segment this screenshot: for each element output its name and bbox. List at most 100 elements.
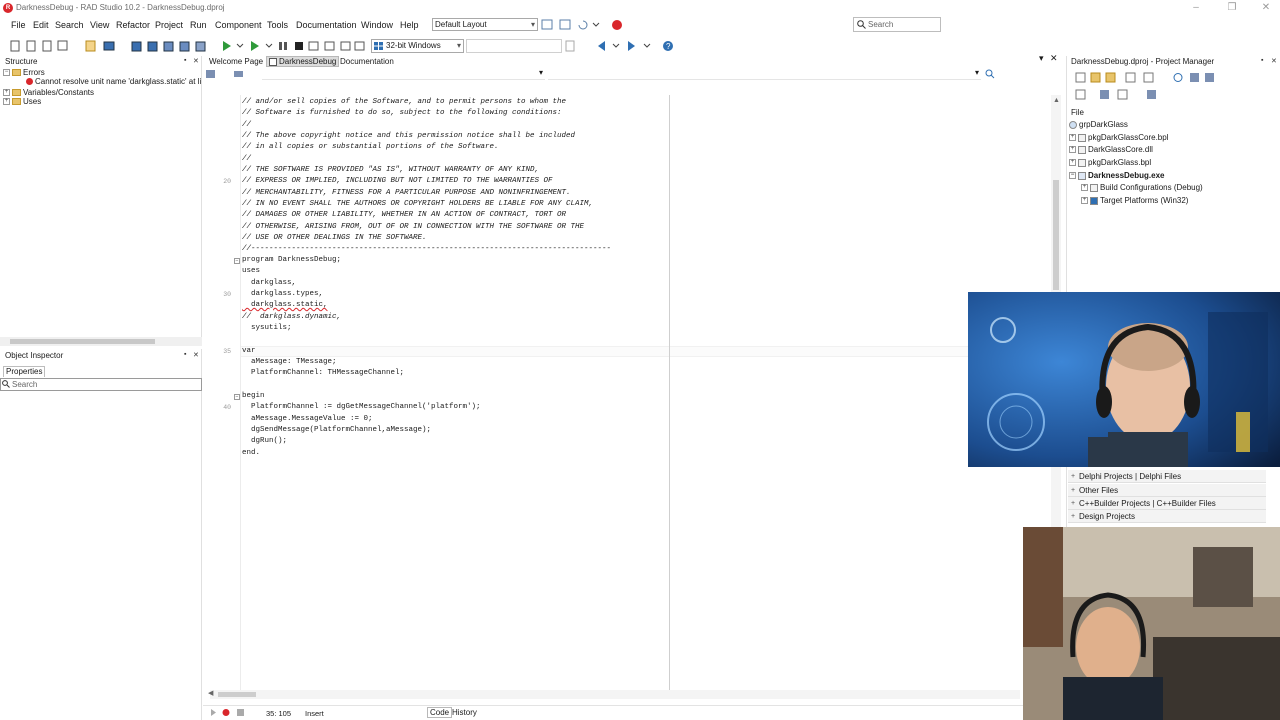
code-line[interactable]: sysutils; (242, 323, 292, 334)
menu-documentation[interactable]: Documentation (296, 20, 357, 30)
pm-category-design[interactable]: Design Projects (1068, 510, 1266, 523)
pm-file-header[interactable]: File (1071, 108, 1084, 117)
macro-record-icons[interactable] (210, 708, 244, 717)
file-toolbar-icons[interactable] (10, 40, 210, 52)
code-line[interactable]: end. (242, 448, 260, 459)
code-line[interactable]: dgRun(); (242, 436, 287, 447)
code-line[interactable]: var (242, 346, 256, 357)
menu-edit[interactable]: Edit (33, 20, 49, 30)
code-line[interactable]: aMessage: TMessage; (242, 357, 337, 368)
pm-item-package[interactable]: + pkgDarkGlass.bpl (1069, 158, 1151, 167)
menu-project[interactable]: Project (155, 20, 183, 30)
tab-list-dropdown-icon[interactable]: ▾ (1039, 53, 1044, 64)
pm-item-dll[interactable]: + DarkGlassCore.dll (1069, 145, 1153, 154)
code-line[interactable]: // The above copyright notice and this p… (242, 131, 575, 142)
pin-icon[interactable]: ▪ (184, 351, 186, 358)
code-line[interactable]: // IN NO EVENT SHALL THE AUTHORS OR COPY… (242, 199, 593, 210)
method-selector[interactable]: ▾ (548, 68, 981, 80)
pin-icon[interactable]: ▪ (184, 57, 186, 64)
code-line[interactable]: // (242, 154, 251, 165)
editor-horizontal-scrollbar[interactable] (210, 690, 1020, 699)
navigation-toolbar-icons[interactable]: ? (565, 40, 675, 52)
code-line[interactable]: PlatformChannel := dgGetMessageChannel('… (242, 402, 481, 413)
tab-properties[interactable]: Properties (3, 366, 45, 377)
code-line[interactable]: // THE SOFTWARE IS PROVIDED "AS IS", WIT… (242, 165, 539, 176)
code-line[interactable]: uses (242, 266, 260, 277)
pm-item-target-platforms[interactable]: + Target Platforms (Win32) (1081, 196, 1188, 205)
pm-item-build-config[interactable]: + Build Configurations (Debug) (1081, 183, 1203, 192)
pm-item-package[interactable]: + pkgDarkGlassCore.bpl (1069, 133, 1168, 142)
code-line[interactable]: // in all copies or substantial portions… (242, 142, 499, 153)
scroll-left-icon[interactable]: ◀ (208, 689, 213, 697)
pm-category-delphi[interactable]: Delphi Projects | Delphi Files (1068, 470, 1266, 483)
code-line[interactable]: aMessage.MessageValue := 0; (242, 414, 373, 425)
minimize-icon[interactable]: – (1186, 2, 1206, 14)
layout-select[interactable]: Default Layout (432, 18, 538, 31)
menu-run[interactable]: Run (190, 20, 207, 30)
tab-darknessdebug[interactable]: DarknessDebug (266, 56, 340, 67)
menu-view[interactable]: View (90, 20, 109, 30)
pm-category-cpp[interactable]: C++Builder Projects | C++Builder Files (1068, 497, 1266, 510)
code-line[interactable]: darkglass.types, (242, 289, 323, 300)
code-line[interactable]: PlatformChannel: THMessageChannel; (242, 368, 404, 379)
structure-errors-node[interactable]: − Errors (3, 68, 45, 77)
expand-icon[interactable]: + (3, 89, 10, 97)
scrollbar-thumb[interactable] (1053, 180, 1059, 290)
code-line[interactable]: // DAMAGES OR OTHER LIABILITY, WHETHER I… (242, 210, 566, 221)
code-line[interactable]: // EXPRESS OR IMPLIED, INCLUDING BUT NOT… (242, 176, 553, 187)
fold-icon[interactable]: − (234, 394, 240, 400)
tab-code[interactable]: Code (427, 707, 453, 718)
close-panel-icon[interactable]: ✕ (193, 57, 199, 65)
menu-refactor[interactable]: Refactor (116, 20, 150, 30)
expand-icon[interactable]: + (1069, 134, 1076, 142)
collapse-icon[interactable]: − (3, 69, 10, 77)
close-panel-icon[interactable]: ✕ (1271, 57, 1277, 65)
code-line[interactable]: // OTHERWISE, ARISING FROM, OUT OF OR IN… (242, 222, 584, 233)
configuration-select[interactable] (466, 39, 562, 53)
menu-window[interactable]: Window (361, 20, 393, 30)
structure-vars-node[interactable]: + Variables/Constants (3, 88, 94, 97)
nav-icons[interactable] (206, 70, 250, 79)
scrollbar-thumb[interactable] (10, 339, 155, 344)
code-line[interactable]: //--------------------------------------… (242, 244, 669, 255)
tab-documentation[interactable]: Documentation (340, 57, 394, 66)
run-toolbar-icons[interactable] (221, 40, 367, 52)
code-line[interactable]: begin (242, 391, 265, 402)
code-line[interactable]: // Software is furnished to do so, subje… (242, 108, 562, 119)
maximize-icon[interactable]: ❐ (1222, 2, 1242, 14)
menu-search[interactable]: Search (55, 20, 84, 30)
code-line[interactable]: // MERCHANTABILITY, FITNESS FOR A PARTIC… (242, 188, 571, 199)
project-manager-toolbar[interactable] (1074, 71, 1224, 101)
close-icon[interactable]: ✕ (1256, 2, 1276, 14)
code-line[interactable]: // USE OR OTHER DEALINGS IN THE SOFTWARE… (242, 233, 427, 244)
platform-select[interactable]: 32-bit Windows (371, 39, 464, 53)
search-icon[interactable] (985, 69, 995, 79)
ide-search-input[interactable]: Search (853, 17, 941, 32)
collapse-icon[interactable]: − (1069, 172, 1076, 180)
code-line[interactable]: // darkglass.dynamic, (242, 312, 341, 323)
expand-icon[interactable]: + (1069, 146, 1076, 154)
fold-icon[interactable]: − (234, 258, 240, 264)
pm-category-other[interactable]: Other Files (1068, 484, 1266, 497)
menu-component[interactable]: Component (215, 20, 262, 30)
scroll-up-icon[interactable]: ▲ (1053, 97, 1060, 104)
pin-icon[interactable]: ▪ (1261, 57, 1263, 64)
code-line[interactable]: program DarknessDebug; (242, 255, 341, 266)
tab-welcome-page[interactable]: Welcome Page (209, 57, 263, 66)
menu-help[interactable]: Help (400, 20, 419, 30)
code-line[interactable]: // and/or sell copies of the Software, a… (242, 97, 566, 108)
pm-item-group[interactable]: grpDarkGlass (1069, 120, 1128, 129)
structure-uses-node[interactable]: + Uses (3, 97, 41, 106)
code-line[interactable]: // (242, 120, 251, 131)
expand-icon[interactable]: + (1081, 184, 1088, 192)
structure-scrollbar[interactable] (0, 337, 202, 346)
structure-error-item[interactable]: Cannot resolve unit name 'darkglass.stat… (26, 77, 201, 86)
close-panel-icon[interactable]: ✕ (193, 351, 199, 359)
menu-tools[interactable]: Tools (267, 20, 288, 30)
menu-file[interactable]: File (11, 20, 26, 30)
code-line-error[interactable]: darkglass.static, (242, 300, 328, 311)
class-selector[interactable]: ▾ (262, 68, 545, 80)
expand-icon[interactable]: + (1081, 197, 1088, 205)
scrollbar-thumb[interactable] (218, 692, 256, 697)
code-line[interactable]: darkglass, (242, 278, 296, 289)
